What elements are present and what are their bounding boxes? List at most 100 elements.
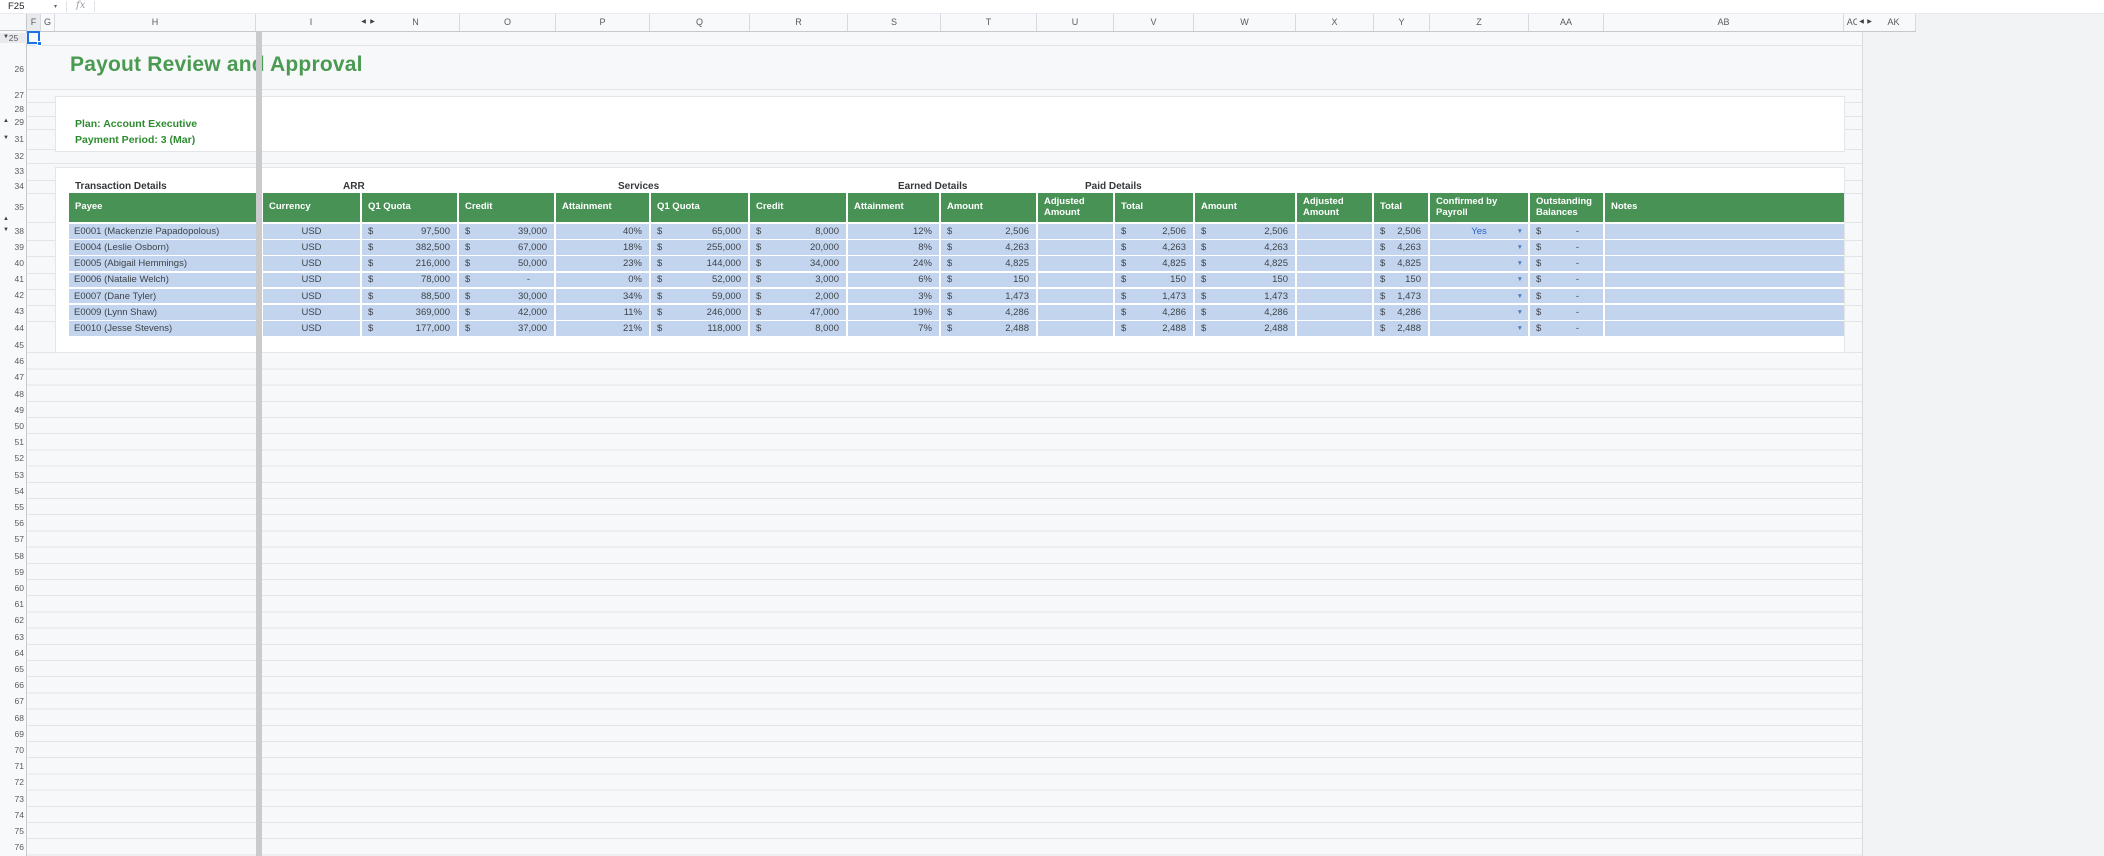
cell-earned-total-row7[interactable]: $2,488 bbox=[1115, 321, 1193, 336]
cell-svc-credit-row6[interactable]: $47,000 bbox=[750, 305, 846, 320]
cell-outstanding-balances-row5[interactable]: $ - bbox=[1530, 288, 1603, 304]
cell-earned-adjusted-row4[interactable] bbox=[1038, 272, 1113, 288]
row-header-63[interactable]: 63 bbox=[0, 632, 24, 642]
row-header-40[interactable]: 40 bbox=[0, 258, 24, 268]
cell-svc-q1quota-row1[interactable]: $65,000 bbox=[651, 224, 748, 239]
row-collapse-icon[interactable]: ▼ bbox=[3, 34, 9, 40]
cell-paid-total-row2[interactable]: $4,263 bbox=[1374, 240, 1428, 255]
column-header-H[interactable]: H bbox=[55, 13, 256, 31]
cell-earned-total-row6[interactable]: $4,286 bbox=[1115, 305, 1193, 320]
row-header-42[interactable]: 42 bbox=[0, 290, 24, 300]
cell-earned-total-row1[interactable]: $2,506 bbox=[1115, 224, 1193, 239]
row-collapse-icon[interactable]: ▲ bbox=[3, 118, 9, 124]
cell-earned-adjusted-row2[interactable] bbox=[1038, 240, 1113, 255]
row-header-34[interactable]: 34 bbox=[0, 181, 24, 191]
column-header-Z[interactable]: Z bbox=[1430, 13, 1529, 31]
row-header-64[interactable]: 64 bbox=[0, 648, 24, 658]
cell-svc-attainment-row7[interactable]: 7% bbox=[848, 321, 939, 336]
cell-paid-adjusted-row4[interactable] bbox=[1297, 272, 1372, 288]
row-header-43[interactable]: 43 bbox=[0, 306, 24, 316]
cell-arr-credit-row3[interactable]: $50,000 bbox=[459, 256, 554, 271]
row-collapse-icon[interactable]: ▼ bbox=[3, 227, 9, 233]
table-header-outstanding-balances[interactable]: Outstanding Balances bbox=[1530, 193, 1603, 222]
row-header-74[interactable]: 74 bbox=[0, 810, 24, 820]
cell-earned-total-row3[interactable]: $4,825 bbox=[1115, 256, 1193, 271]
cell-outstanding-balances-row4[interactable]: $ - bbox=[1530, 272, 1603, 288]
cell-notes-row6[interactable] bbox=[1605, 305, 1844, 320]
cell-earned-adjusted-row1[interactable] bbox=[1038, 224, 1113, 239]
table-header-earned-total[interactable]: Total bbox=[1115, 193, 1193, 222]
cell-earned-amount-row2[interactable]: $4,263 bbox=[941, 240, 1036, 255]
row-header-76[interactable]: 76 bbox=[0, 842, 24, 852]
cell-arr-q1quota-row1[interactable]: $97,500 bbox=[362, 224, 457, 239]
table-header-svc-credit[interactable]: Credit bbox=[750, 193, 846, 222]
cell-paid-total-row1[interactable]: $2,506 bbox=[1374, 224, 1428, 239]
cell-svc-credit-row4[interactable]: $3,000 bbox=[750, 272, 846, 288]
cell-paid-amount-row2[interactable]: $4,263 bbox=[1195, 240, 1295, 255]
hidden-columns-marker-icon[interactable]: ▶ bbox=[368, 13, 377, 31]
cell-paid-amount-row6[interactable]: $4,286 bbox=[1195, 305, 1295, 320]
cell-currency-row2[interactable]: USD bbox=[263, 240, 360, 255]
row-header-72[interactable]: 72 bbox=[0, 777, 24, 787]
fill-handle[interactable] bbox=[37, 41, 42, 46]
payroll-dropdown-icon[interactable]: ▼ bbox=[1517, 325, 1523, 332]
row-header-39[interactable]: 39 bbox=[0, 242, 24, 252]
cell-svc-credit-row7[interactable]: $8,000 bbox=[750, 321, 846, 336]
row-header-45[interactable]: 45 bbox=[0, 340, 24, 350]
cell-earned-amount-row5[interactable]: $1,473 bbox=[941, 288, 1036, 304]
column-header-G[interactable]: G bbox=[41, 13, 55, 31]
plan-label[interactable]: Plan: Account Executive bbox=[75, 118, 197, 130]
row-header-53[interactable]: 53 bbox=[0, 470, 24, 480]
cell-arr-attainment-row5[interactable]: 34% bbox=[556, 288, 649, 304]
column-header-AK[interactable]: AK bbox=[1872, 13, 1916, 31]
cell-earned-adjusted-row6[interactable] bbox=[1038, 305, 1113, 320]
cell-paid-amount-row4[interactable]: $150 bbox=[1195, 272, 1295, 288]
cell-paid-amount-row7[interactable]: $2,488 bbox=[1195, 321, 1295, 336]
row-header-47[interactable]: 47 bbox=[0, 372, 24, 382]
row-header-33[interactable]: 33 bbox=[0, 166, 24, 176]
row-header-68[interactable]: 68 bbox=[0, 713, 24, 723]
column-header-V[interactable]: V bbox=[1114, 13, 1194, 31]
name-box[interactable]: F25 bbox=[8, 1, 24, 12]
cell-svc-q1quota-row2[interactable]: $255,000 bbox=[651, 240, 748, 255]
payroll-dropdown-icon[interactable]: ▼ bbox=[1517, 244, 1523, 251]
cell-paid-adjusted-row2[interactable] bbox=[1297, 240, 1372, 255]
column-header-I[interactable]: I bbox=[262, 13, 361, 31]
row-header-48[interactable]: 48 bbox=[0, 389, 24, 399]
cell-arr-attainment-row1[interactable]: 40% bbox=[556, 224, 649, 239]
table-header-paid-adjusted[interactable]: Adjusted Amount bbox=[1297, 193, 1372, 222]
table-header-payee[interactable]: Payee bbox=[69, 193, 256, 222]
name-box-caret-icon[interactable]: ▾ bbox=[54, 3, 57, 10]
cell-outstanding-balances-row7[interactable]: $ - bbox=[1530, 321, 1603, 336]
column-header-AB[interactable]: AB bbox=[1604, 13, 1844, 31]
cell-arr-q1quota-row7[interactable]: $177,000 bbox=[362, 321, 457, 336]
column-header-Q[interactable]: Q bbox=[650, 13, 750, 31]
table-header-paid-total[interactable]: Total bbox=[1374, 193, 1428, 222]
cell-earned-amount-row1[interactable]: $2,506 bbox=[941, 224, 1036, 239]
cell-earned-total-row2[interactable]: $4,263 bbox=[1115, 240, 1193, 255]
cell-svc-attainment-row1[interactable]: 12% bbox=[848, 224, 939, 239]
cell-paid-adjusted-row6[interactable] bbox=[1297, 305, 1372, 320]
row-header-50[interactable]: 50 bbox=[0, 421, 24, 431]
cell-payee-row3[interactable]: E0005 (Abigail Hemmings) bbox=[69, 256, 256, 271]
row-header-69[interactable]: 69 bbox=[0, 729, 24, 739]
payroll-dropdown-icon[interactable]: ▼ bbox=[1517, 309, 1523, 316]
cell-arr-q1quota-row2[interactable]: $382,500 bbox=[362, 240, 457, 255]
cell-arr-attainment-row3[interactable]: 23% bbox=[556, 256, 649, 271]
cell-notes-row2[interactable] bbox=[1605, 240, 1844, 255]
table-header-currency[interactable]: Currency bbox=[263, 193, 360, 222]
payment-period-label[interactable]: Payment Period: 3 (Mar) bbox=[75, 134, 195, 146]
cell-confirmed-by-payroll-row1[interactable]: Yes ▼ bbox=[1430, 224, 1528, 239]
row-header-60[interactable]: 60 bbox=[0, 583, 24, 593]
row-header-28[interactable]: 28 bbox=[0, 104, 24, 114]
cell-payee-row4[interactable]: E0006 (Natalie Welch) bbox=[69, 272, 256, 288]
cell-arr-credit-row6[interactable]: $42,000 bbox=[459, 305, 554, 320]
payroll-dropdown-icon[interactable]: ▼ bbox=[1517, 260, 1523, 267]
table-header-earned-amount[interactable]: Amount bbox=[941, 193, 1036, 222]
row-header-57[interactable]: 57 bbox=[0, 534, 24, 544]
cell-paid-total-row6[interactable]: $4,286 bbox=[1374, 305, 1428, 320]
column-header-S[interactable]: S bbox=[848, 13, 941, 31]
cell-paid-amount-row5[interactable]: $1,473 bbox=[1195, 288, 1295, 304]
table-header-arr-credit[interactable]: Credit bbox=[459, 193, 554, 222]
cell-payee-row5[interactable]: E0007 (Dane Tyler) bbox=[69, 288, 256, 304]
